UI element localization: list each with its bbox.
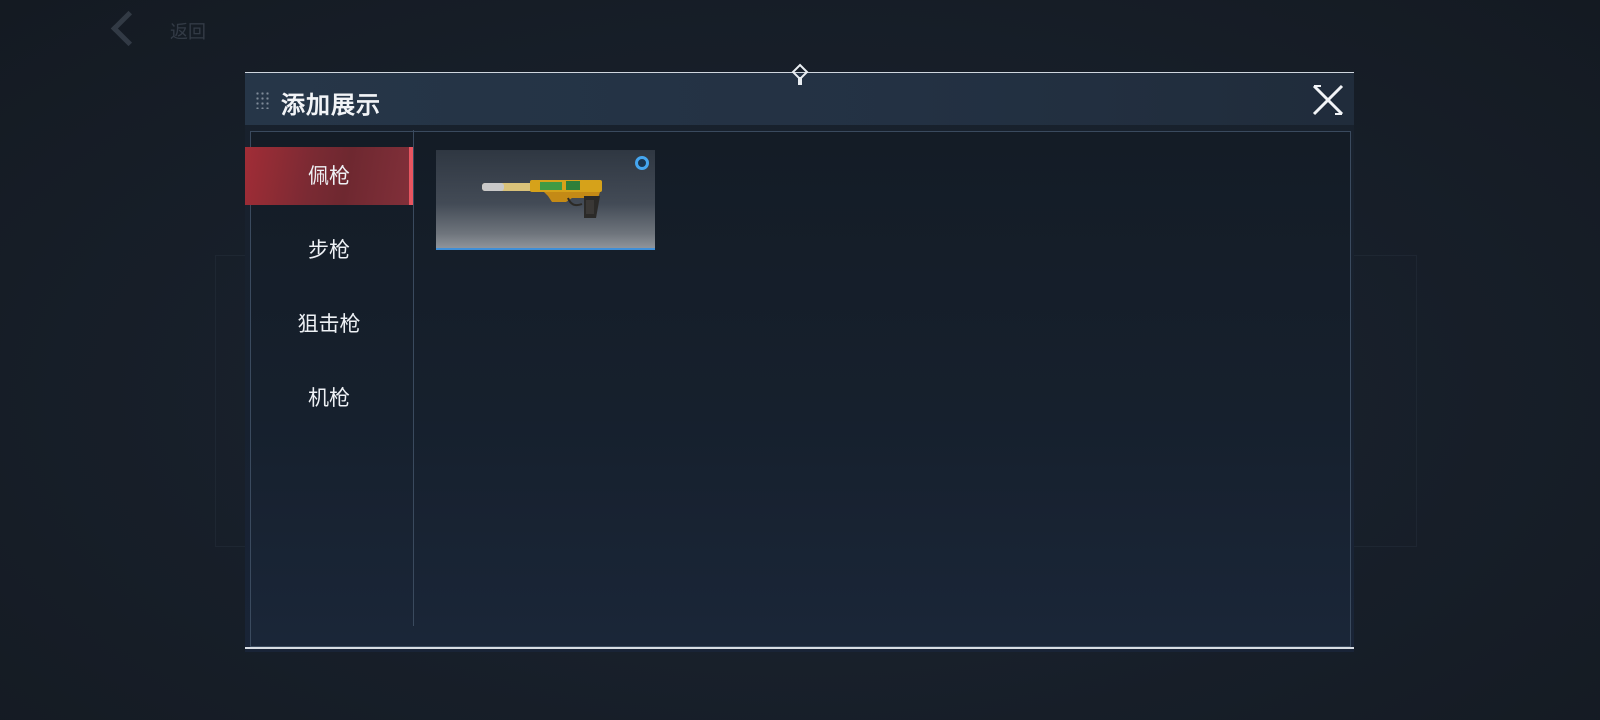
category-tab-label: 狙击枪 (297, 312, 361, 336)
dialog-body (250, 131, 1351, 647)
pistol-weapon-icon (482, 180, 602, 218)
close-x-icon (1312, 84, 1344, 116)
category-tab-rifle[interactable]: 步枪 (245, 221, 413, 279)
category-tab-label: 机枪 (308, 386, 350, 410)
sidebar-divider (413, 130, 414, 626)
back-chevron-icon (110, 10, 147, 47)
close-button[interactable] (1311, 83, 1345, 117)
back-label: 返回 (170, 22, 206, 43)
dialog-title: 添加展示 (281, 91, 381, 119)
category-tab-machine-gun[interactable]: 机枪 (245, 369, 413, 427)
blue-ring-icon (635, 156, 649, 170)
category-tab-sniper[interactable]: 狙击枪 (245, 295, 413, 353)
category-tab-pistol[interactable]: 佩枪 (245, 147, 413, 205)
category-tab-label: 佩枪 (308, 164, 350, 188)
background-back-button: 返回 (110, 10, 232, 52)
weapon-card[interactable] (436, 150, 655, 250)
category-tab-label: 步枪 (308, 238, 350, 262)
dialog-bottom-border (245, 647, 1354, 649)
top-knob-icon (791, 63, 809, 87)
drag-grip-icon[interactable] (255, 91, 269, 109)
